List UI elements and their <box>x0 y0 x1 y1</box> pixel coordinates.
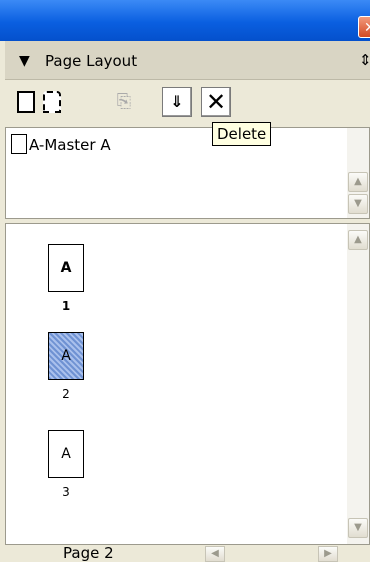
collapse-triangle-icon[interactable]: ▼ <box>19 53 30 69</box>
delete-icon: ✕ <box>205 88 227 116</box>
scroll-up-button[interactable]: ▲ <box>348 172 368 192</box>
page-number: 1 <box>61 299 71 313</box>
current-page-label: Page 2 <box>63 544 114 562</box>
duplicate-page-button[interactable]: ⎘ <box>109 87 139 117</box>
pages-scrollbar[interactable]: ▲ ▼ <box>347 224 369 544</box>
page-thumbnail[interactable]: A <box>48 430 84 478</box>
panel-menu-icon[interactable]: ⇕ <box>359 51 370 69</box>
import-page-icon: ⇓ <box>170 92 184 111</box>
page-thumbnail[interactable]: A <box>48 244 84 292</box>
panel-header[interactable]: ▼ Page Layout ⇕ <box>5 41 370 80</box>
masters-scrollbar[interactable]: ▲ ▼ <box>347 128 369 218</box>
delete-page-button[interactable]: ✕ <box>201 87 231 117</box>
panel-title: Page Layout <box>45 52 138 70</box>
master-page-label: A-Master A <box>29 136 111 154</box>
page-thumbnail[interactable]: A <box>48 332 84 380</box>
master-page-item[interactable]: A-Master A <box>11 134 111 154</box>
close-button[interactable]: ✕ <box>358 16 370 38</box>
scroll-right-button[interactable]: ▶ <box>318 546 338 562</box>
scroll-down-button[interactable]: ▼ <box>348 194 368 214</box>
master-page-icon <box>11 134 27 154</box>
page-number: 2 <box>62 387 70 401</box>
scroll-up-button[interactable]: ▲ <box>348 230 368 250</box>
new-page-button[interactable] <box>15 87 75 117</box>
page-number: 3 <box>62 485 70 499</box>
scroll-left-button[interactable]: ◀ <box>205 546 225 562</box>
document-pages-list: A 1 A 2 A 3 ▲ ▼ <box>5 223 370 545</box>
duplicate-page-icon: ⎘ <box>116 91 132 112</box>
page-toolbar: ⎘ ⇓ ✕ <box>5 81 370 127</box>
scroll-down-button[interactable]: ▼ <box>348 518 368 538</box>
window-title-bar: ✕ <box>0 0 370 41</box>
import-page-button[interactable]: ⇓ <box>162 87 192 117</box>
page-layout-panel: ▼ Page Layout ⇕ ⎘ ⇓ ✕ A-Master A ▲ ▼ A 1 <box>5 41 370 562</box>
master-pages-list: A-Master A ▲ ▼ <box>5 127 370 219</box>
delete-tooltip: Delete <box>212 122 272 146</box>
status-bar: Page 2 ◀ ▶ <box>5 544 370 562</box>
facing-page-icon <box>43 91 61 113</box>
single-page-icon <box>17 91 35 113</box>
